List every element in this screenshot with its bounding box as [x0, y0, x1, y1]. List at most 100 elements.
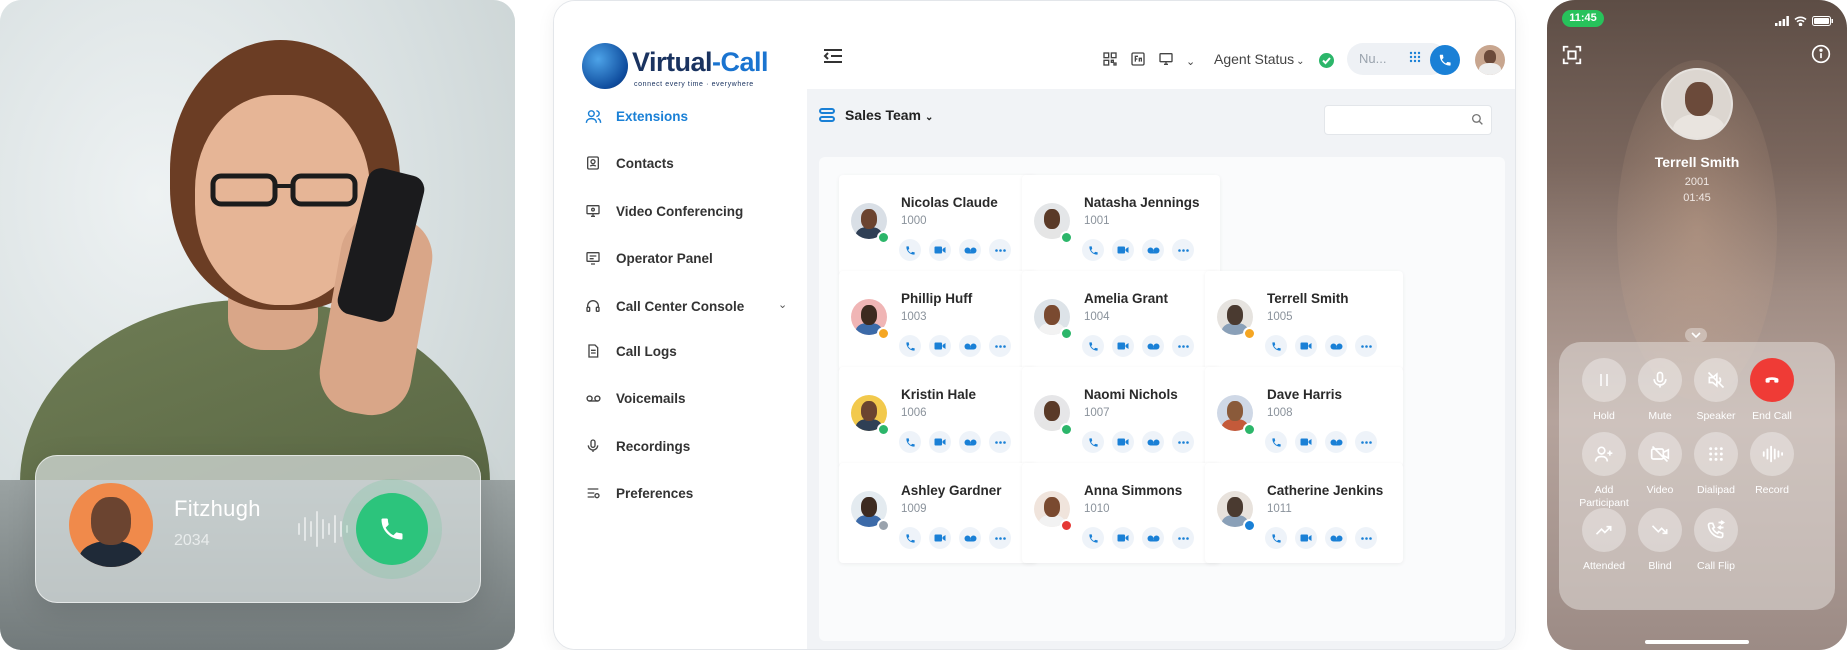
sidebar-item-voicemails[interactable]: Voicemails — [584, 386, 686, 410]
extension-card[interactable]: Natasha Jennings 1001 — [1022, 175, 1220, 275]
call-icon[interactable] — [899, 527, 921, 549]
virtual-call-logo[interactable]: Virtual-Call connect every time · everyw… — [582, 39, 772, 95]
home-indicator — [1645, 640, 1749, 644]
wifi-icon — [1794, 13, 1807, 31]
call-flip-icon — [1694, 508, 1738, 552]
microphone-icon — [1638, 358, 1682, 402]
voicemail-icon[interactable] — [959, 431, 981, 453]
caller-name: Fitzhugh — [174, 496, 261, 521]
more-options-icon[interactable] — [1355, 335, 1377, 357]
sidebar-item-video-conferencing[interactable]: Video Conferencing — [584, 199, 743, 223]
call-flip-button[interactable]: Call Flip — [1683, 508, 1749, 573]
presence-status-badge — [1243, 423, 1256, 436]
extension-card[interactable]: Anna Simmons 1010 — [1022, 463, 1220, 563]
more-options-icon[interactable] — [989, 335, 1011, 357]
more-options-icon[interactable] — [1172, 431, 1194, 453]
call-icon[interactable] — [899, 431, 921, 453]
voicemail-icon[interactable] — [1142, 239, 1164, 261]
call-icon[interactable] — [1082, 335, 1104, 357]
more-options-icon[interactable] — [989, 527, 1011, 549]
minimize-screen-icon[interactable] — [1561, 44, 1583, 71]
video-call-icon[interactable] — [1295, 431, 1317, 453]
extension-number: 1009 — [901, 503, 927, 515]
address-book-icon — [584, 154, 602, 172]
globe-icon — [582, 43, 628, 89]
sidebar-item-extensions[interactable]: Extensions — [584, 104, 688, 128]
more-options-icon[interactable] — [1172, 239, 1194, 261]
caller-extension: 2034 — [174, 532, 210, 549]
video-call-icon[interactable] — [1295, 527, 1317, 549]
video-call-icon[interactable] — [1112, 431, 1134, 453]
add-user-icon — [1582, 432, 1626, 476]
user-avatar[interactable] — [1475, 45, 1505, 75]
voicemail-icon[interactable] — [1142, 527, 1164, 549]
call-icon[interactable] — [899, 239, 921, 261]
voicemail-icon[interactable] — [1142, 431, 1164, 453]
sidebar-item-preferences[interactable]: Preferences — [584, 481, 693, 505]
voicemail-icon[interactable] — [959, 335, 981, 357]
qr-code-icon[interactable] — [1102, 51, 1118, 72]
sheet-collapse-handle[interactable] — [1685, 328, 1707, 342]
video-call-icon[interactable] — [1112, 335, 1134, 357]
caller-extension: 2001 — [1684, 176, 1710, 188]
video-call-icon[interactable] — [929, 527, 951, 549]
monitor-icon[interactable] — [1158, 51, 1174, 72]
more-options-icon[interactable] — [1355, 431, 1377, 453]
call-icon[interactable] — [1082, 527, 1104, 549]
voicemail-icon[interactable] — [1325, 431, 1347, 453]
call-icon[interactable] — [1082, 431, 1104, 453]
video-call-icon[interactable] — [1112, 239, 1134, 261]
extension-card[interactable]: Ashley Gardner 1009 — [839, 463, 1037, 563]
video-call-icon[interactable] — [1295, 335, 1317, 357]
video-call-icon[interactable] — [929, 431, 951, 453]
call-duration: 01:45 — [1683, 192, 1711, 204]
more-options-icon[interactable] — [989, 239, 1011, 261]
call-icon[interactable] — [1082, 239, 1104, 261]
call-icon[interactable] — [1265, 335, 1287, 357]
sidebar-item-call-logs[interactable]: Call Logs — [584, 339, 677, 363]
extension-card[interactable]: Amelia Grant 1004 — [1022, 271, 1220, 371]
call-icon[interactable] — [1265, 431, 1287, 453]
sidebar-item-contacts[interactable]: Contacts — [584, 151, 674, 175]
record-button[interactable]: Record — [1739, 432, 1805, 497]
chevron-down-icon[interactable]: ⌄ — [1186, 55, 1195, 68]
chevron-down-icon[interactable]: ⌄ — [778, 298, 787, 311]
sidebar-item-call-center-console[interactable]: Call Center Console — [584, 294, 744, 318]
voicemail-icon[interactable] — [959, 527, 981, 549]
extension-card[interactable]: Kristin Hale 1006 — [839, 367, 1037, 467]
call-icon[interactable] — [899, 335, 921, 357]
video-call-icon[interactable] — [929, 335, 951, 357]
sidebar-item-recordings[interactable]: Recordings — [584, 434, 690, 458]
extension-card[interactable]: Naomi Nichols 1007 — [1022, 367, 1220, 467]
extension-card[interactable]: Dave Harris 1008 — [1205, 367, 1403, 467]
search-icon — [1471, 113, 1484, 131]
extension-name: Anna Simmons — [1084, 483, 1183, 498]
voicemail-icon[interactable] — [1325, 527, 1347, 549]
video-call-icon[interactable] — [1112, 527, 1134, 549]
answer-call-button[interactable] — [356, 493, 428, 565]
extension-card[interactable]: Catherine Jenkins 1011 — [1205, 463, 1403, 563]
info-icon[interactable] — [1811, 44, 1831, 69]
keypad-icon[interactable] — [1409, 50, 1421, 68]
function-key-icon[interactable] — [1130, 51, 1146, 72]
voicemail-icon[interactable] — [959, 239, 981, 261]
extension-card[interactable]: Phillip Huff 1003 — [839, 271, 1037, 371]
more-options-icon[interactable] — [1355, 527, 1377, 549]
team-selector[interactable]: Sales Team ⌄ — [819, 107, 933, 125]
call-icon[interactable] — [1265, 527, 1287, 549]
more-options-icon[interactable] — [1172, 527, 1194, 549]
agent-status-dropdown[interactable]: Agent Status ⌄ — [1214, 51, 1305, 67]
extension-card[interactable]: Nicolas Claude 1000 — [839, 175, 1037, 275]
sidebar-item-operator-panel[interactable]: Operator Panel — [584, 246, 713, 270]
collapse-menu-icon[interactable] — [823, 48, 843, 69]
caller-name: Terrell Smith — [1654, 154, 1740, 170]
search-input[interactable] — [1324, 105, 1492, 135]
extension-card[interactable]: Terrell Smith 1005 — [1205, 271, 1403, 371]
end-call-button[interactable]: End Call — [1739, 358, 1805, 423]
voicemail-icon[interactable] — [1325, 335, 1347, 357]
dial-call-button[interactable] — [1430, 45, 1460, 75]
more-options-icon[interactable] — [1172, 335, 1194, 357]
more-options-icon[interactable] — [989, 431, 1011, 453]
voicemail-icon[interactable] — [1142, 335, 1164, 357]
video-call-icon[interactable] — [929, 239, 951, 261]
